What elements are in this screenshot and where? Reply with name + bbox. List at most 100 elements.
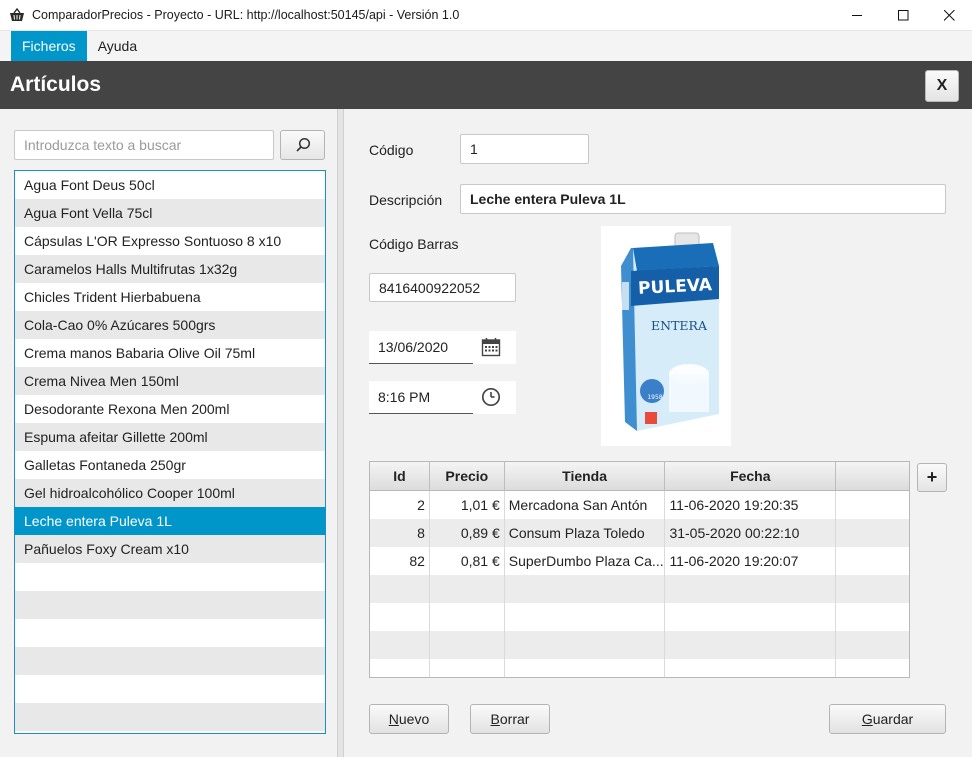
list-item <box>15 563 325 591</box>
cell-id <box>370 603 430 631</box>
borrar-mnemonic: B <box>490 711 500 727</box>
column-header-fecha[interactable]: Fecha <box>665 462 837 490</box>
close-icon <box>943 10 955 21</box>
article-detail-panel: Código Descripción Código Barras <box>344 109 972 757</box>
search-input[interactable] <box>14 130 274 160</box>
prices-table[interactable]: Id Precio Tienda Fecha 2 1,01 € Mercadona … <box>369 461 910 678</box>
list-item[interactable]: Desodorante Rexona Men 200ml <box>15 395 325 423</box>
close-panel-button[interactable]: X <box>925 70 959 102</box>
list-item[interactable]: Agua Font Vella 75cl <box>15 199 325 227</box>
cell-extra <box>836 575 909 603</box>
list-item[interactable]: Cola-Cao 0% Azúcares 500grs <box>15 311 325 339</box>
list-item[interactable]: Galletas Fontaneda 250gr <box>15 451 325 479</box>
nuevo-label: uevo <box>398 711 430 727</box>
cell-fecha <box>665 575 837 603</box>
window-titlebar: ComparadorPrecios - Proyecto - URL: http… <box>0 0 972 31</box>
cell-extra <box>836 547 909 575</box>
guardar-button[interactable]: Guardar <box>829 704 946 734</box>
list-item[interactable]: Leche entera Puleva 1L <box>15 507 325 535</box>
column-header-precio[interactable]: Precio <box>430 462 505 490</box>
calendar-icon[interactable] <box>480 336 502 358</box>
nuevo-mnemonic: N <box>388 711 399 727</box>
cell-id <box>370 575 430 603</box>
cell-fecha <box>665 659 837 677</box>
split-divider[interactable] <box>337 109 344 757</box>
table-body: 2 1,01 € Mercadona San Antón 11-06-2020 19:… <box>370 491 909 677</box>
cell-fecha: 11-06-2020 19:20:07 <box>665 547 837 575</box>
search-icon <box>295 137 310 152</box>
page-title: Artículos <box>10 73 102 96</box>
list-item[interactable]: Crema Nivea Men 150ml <box>15 367 325 395</box>
table-row <box>370 631 909 659</box>
list-item[interactable]: Gel hidroalcohólico Cooper 100ml <box>15 479 325 507</box>
column-header-extra[interactable] <box>836 462 909 490</box>
maximize-button[interactable] <box>880 0 926 31</box>
table-row[interactable]: 2 1,01 € Mercadona San Antón 11-06-2020 19:… <box>370 491 909 519</box>
articles-panel: Agua Font Deus 50clAgua Font Vella 75clC… <box>0 109 337 757</box>
menu-ficheros[interactable]: Ficheros <box>11 31 87 61</box>
codigo-barras-label: Código Barras <box>369 236 459 252</box>
list-item <box>15 619 325 647</box>
date-field[interactable] <box>369 331 473 364</box>
nuevo-button[interactable]: Nuevo <box>369 704 449 734</box>
cell-precio <box>430 631 505 659</box>
table-row <box>370 603 909 631</box>
window-close-button[interactable] <box>926 0 972 31</box>
cell-tienda: SuperDumbo Plaza Ca... <box>505 547 666 575</box>
codigo-field[interactable] <box>460 134 589 164</box>
codigo-label: Código <box>369 142 414 158</box>
cell-id <box>370 659 430 677</box>
column-header-tienda[interactable]: Tienda <box>505 462 666 490</box>
basket-icon <box>8 6 26 24</box>
borrar-button[interactable]: Borrar <box>470 704 550 734</box>
add-price-button[interactable]: + <box>917 463 947 492</box>
cell-tienda: Consum Plaza Toledo <box>505 519 666 547</box>
cell-id: 82 <box>370 547 430 575</box>
list-item <box>15 591 325 619</box>
minimize-button[interactable] <box>834 0 880 31</box>
cell-precio <box>430 603 505 631</box>
column-header-id[interactable]: Id <box>370 462 430 490</box>
table-header: Id Precio Tienda Fecha <box>370 462 909 491</box>
minimize-icon <box>851 15 862 16</box>
list-item[interactable]: Cápsulas L'OR Expresso Sontuoso 8 x10 <box>15 227 325 255</box>
time-picker <box>369 381 516 414</box>
emblem-year: 1958 <box>647 394 662 401</box>
list-item[interactable]: Crema manos Babaria Olive Oil 75ml <box>15 339 325 367</box>
cell-extra <box>836 631 909 659</box>
list-item <box>15 675 325 703</box>
descripcion-label: Descripción <box>369 192 443 208</box>
product-image: PULEVA ENTERA 1958 <box>601 226 731 446</box>
descripcion-field[interactable] <box>460 184 946 214</box>
cell-tienda <box>505 631 666 659</box>
menu-ayuda[interactable]: Ayuda <box>87 31 148 61</box>
cell-precio: 1,01 € <box>430 491 505 519</box>
cell-fecha <box>665 603 837 631</box>
list-item <box>15 703 325 731</box>
time-field[interactable] <box>369 381 473 414</box>
cell-tienda <box>505 575 666 603</box>
cell-id: 2 <box>370 491 430 519</box>
table-row[interactable]: 8 0,89 € Consum Plaza Toledo 31-05-2020 00:… <box>370 519 909 547</box>
window-title: ComparadorPrecios - Proyecto - URL: http… <box>32 8 460 22</box>
codigo-barras-field[interactable] <box>369 273 516 302</box>
search-button[interactable] <box>280 130 325 160</box>
date-picker <box>369 331 516 364</box>
cell-id: 8 <box>370 519 430 547</box>
table-row <box>370 575 909 603</box>
clock-icon[interactable] <box>480 386 502 408</box>
list-item[interactable]: Chicles Trident Hierbabuena <box>15 283 325 311</box>
cell-tienda <box>505 603 666 631</box>
cell-extra <box>836 491 909 519</box>
list-item[interactable]: Espuma afeitar Gillette 200ml <box>15 423 325 451</box>
table-row <box>370 659 909 677</box>
list-item[interactable]: Pañuelos Foxy Cream x10 <box>15 535 325 563</box>
list-item[interactable]: Agua Font Deus 50cl <box>15 171 325 199</box>
table-row[interactable]: 82 0,81 € SuperDumbo Plaza Ca... 11-06-2020… <box>370 547 909 575</box>
cell-id <box>370 631 430 659</box>
guardar-label: uardar <box>872 711 914 727</box>
cell-fecha <box>665 631 837 659</box>
list-item[interactable]: Caramelos Halls Multifrutas 1x32g <box>15 255 325 283</box>
articles-list[interactable]: Agua Font Deus 50cl Agua Font Vella 75cl C… <box>14 170 326 734</box>
cell-tienda: Mercadona San Antón <box>505 491 666 519</box>
